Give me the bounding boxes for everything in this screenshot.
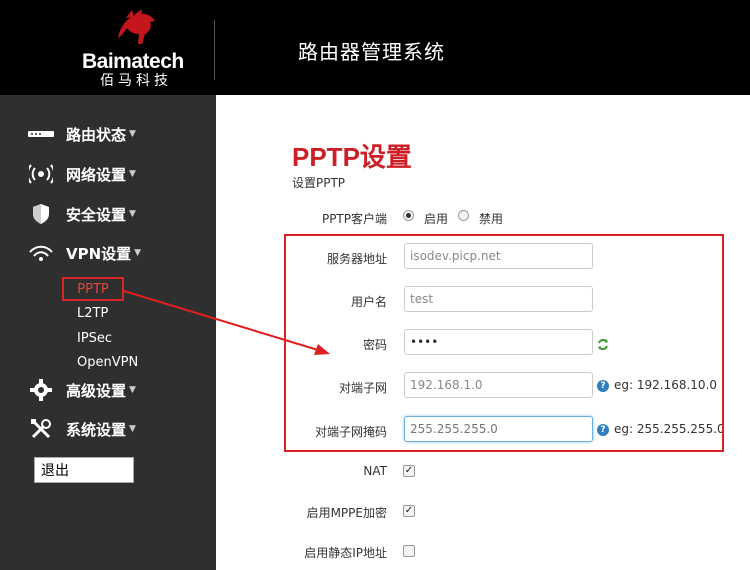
annotation-arrow-icon <box>123 290 330 355</box>
